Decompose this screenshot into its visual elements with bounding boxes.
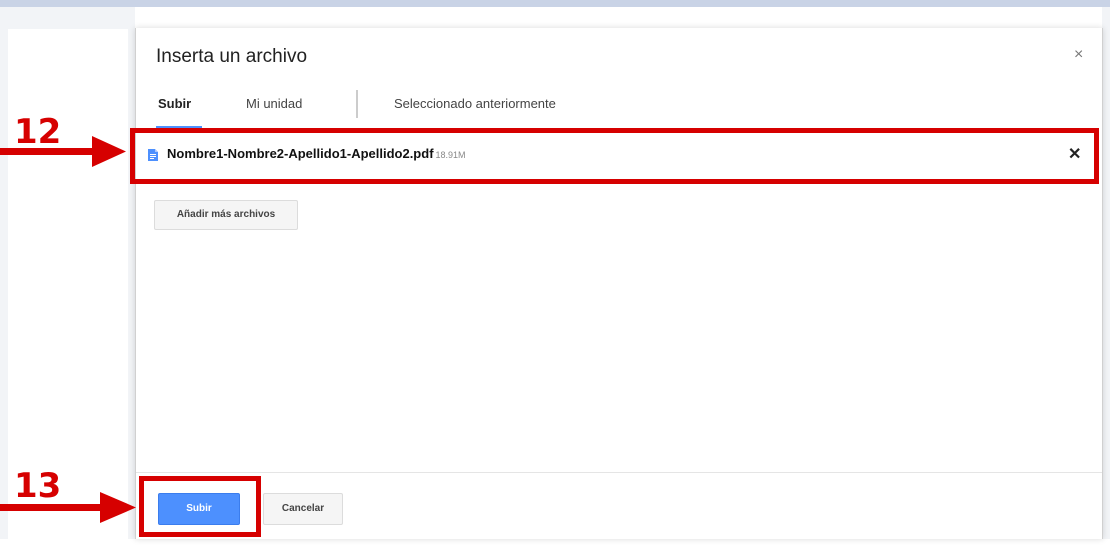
highlight-box-file [130,128,1099,184]
tab-subir[interactable]: Subir [158,96,191,111]
close-icon[interactable]: × [1074,46,1083,64]
background-right-panel [1102,7,1110,539]
arrow-right-icon [0,136,126,167]
tab-seleccionado-anteriormente[interactable]: Seleccionado anteriormente [394,96,556,111]
highlight-box-upload [139,476,261,537]
insert-file-dialog: Inserta un archivo × Subir Mi unidad Sel… [135,28,1103,539]
footer-divider [136,472,1102,473]
tab-separator [356,90,358,118]
add-more-files-button[interactable]: Añadir más archivos [154,200,298,230]
tab-bar: Subir Mi unidad Seleccionado anteriormen… [136,88,1102,130]
dialog-title: Inserta un archivo [156,46,308,67]
background-left-panel [0,7,135,546]
top-border [0,0,1110,7]
cancel-button[interactable]: Cancelar [263,493,343,525]
tab-mi-unidad[interactable]: Mi unidad [246,96,302,111]
arrow-right-icon [0,492,136,523]
